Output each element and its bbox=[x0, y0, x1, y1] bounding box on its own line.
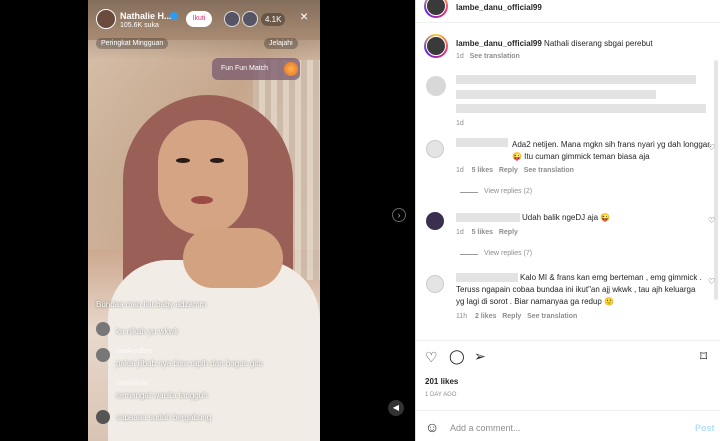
chat-message: ka nikah yu wkwk bbox=[96, 322, 306, 338]
viewer-avatar-icon[interactable] bbox=[224, 11, 240, 27]
comment-avatar[interactable] bbox=[426, 76, 446, 96]
view-replies-line bbox=[460, 192, 478, 193]
comments-panel: lambe_danu_official99 lambe_danu_officia… bbox=[415, 0, 720, 441]
caption-username[interactable]: lambe_danu_official99 bbox=[456, 39, 542, 48]
bookmark-icon[interactable]: ⌑ bbox=[700, 348, 707, 365]
person-hands bbox=[183, 228, 283, 288]
media-area: Nathalie H... 105.6K suka Ikuti 4.1K × P… bbox=[0, 0, 415, 441]
post-date: 1 DAY AGO bbox=[425, 392, 457, 398]
blurred-comment-text bbox=[456, 90, 656, 99]
likes-count[interactable]: 201 likes bbox=[425, 377, 458, 386]
caption-time: 1d bbox=[456, 53, 464, 60]
verified-badge-icon bbox=[170, 12, 178, 20]
comment-time: 11h bbox=[456, 313, 468, 320]
header-divider bbox=[416, 22, 720, 23]
input-divider bbox=[416, 410, 720, 411]
blurred-username bbox=[456, 138, 508, 147]
see-translation-link[interactable]: See translation bbox=[470, 53, 520, 60]
explore-label: Jelajahi bbox=[269, 40, 293, 47]
audio-icon[interactable]: ◀ bbox=[388, 400, 404, 416]
chat-avatar bbox=[96, 348, 110, 362]
explore-pill[interactable]: Jelajahi bbox=[264, 38, 298, 49]
comment-text: Kalo MI & frans kan emg berteman , emg g… bbox=[456, 273, 702, 306]
chat-message: imaArmEno pakai jilbab nya bisa rapih da… bbox=[96, 348, 306, 370]
comment-text: Ada2 netijen. Mana mgkn sih frans nyari … bbox=[512, 140, 712, 161]
chat-text: pakai jilbab nya bisa rapih dan bagus gi… bbox=[116, 359, 263, 368]
scrollbar[interactable] bbox=[714, 60, 718, 300]
chat-message: sapaaaa sudah bergabung bbox=[96, 410, 306, 426]
comment-bubble-icon[interactable]: ◯ bbox=[449, 348, 465, 365]
view-replies-link[interactable]: View replies (2) bbox=[484, 188, 532, 195]
comment-avatar[interactable] bbox=[426, 212, 444, 230]
caption-text: Nathali diserang sbgai perebut bbox=[544, 39, 653, 48]
share-send-icon[interactable]: ➢ bbox=[474, 348, 486, 365]
comment-time: 1d bbox=[456, 167, 464, 174]
view-replies-line bbox=[460, 254, 478, 255]
comment-time: 1d bbox=[456, 120, 464, 127]
caption-meta: 1d See translation bbox=[456, 53, 520, 60]
host-likes: 105.6K suka bbox=[120, 22, 159, 29]
host-avatar[interactable] bbox=[96, 9, 116, 29]
see-translation-link[interactable]: See translation bbox=[527, 313, 577, 320]
chat-user: listianllaila bbox=[116, 380, 148, 387]
chat-avatar bbox=[96, 322, 110, 336]
comment-avatar[interactable] bbox=[426, 275, 444, 293]
chat-text: Bundaa mau liat baby adzamm bbox=[96, 300, 207, 309]
chat-avatar bbox=[96, 410, 110, 424]
chat-text: sapaaaa sudah bergabung bbox=[116, 413, 212, 422]
emoji-icon[interactable]: ☺ bbox=[425, 419, 439, 435]
chat-text: semangat wanita tangguh bbox=[116, 391, 208, 400]
author-avatar[interactable] bbox=[424, 0, 448, 18]
comment-likes[interactable]: 2 likes bbox=[475, 313, 496, 320]
view-replies-link[interactable]: View replies (7) bbox=[484, 250, 532, 257]
weekly-rank-pill[interactable]: Peringkat Mingguan bbox=[96, 38, 169, 49]
post-comment-button[interactable]: Post bbox=[695, 423, 715, 433]
host-name[interactable]: Nathalie H... bbox=[120, 11, 172, 21]
planet-icon bbox=[284, 62, 298, 76]
chat-message: listianllaila semangat wanita tangguh bbox=[96, 380, 306, 402]
reply-link[interactable]: Reply bbox=[499, 167, 518, 174]
comment-meta: 11h 2 likes Reply See translation bbox=[456, 313, 577, 320]
live-video-frame: Nathalie H... 105.6K suka Ikuti 4.1K × P… bbox=[88, 0, 320, 441]
follow-button[interactable]: Ikuti bbox=[186, 11, 212, 27]
chat-user: imaArmEno bbox=[116, 348, 153, 355]
comment-text: Udah balik ngeDJ aja 😜 bbox=[522, 213, 611, 222]
comment-time: 1d bbox=[456, 229, 464, 236]
chat-message: Bundaa mau liat baby adzamm bbox=[96, 298, 306, 312]
author-username[interactable]: lambe_danu_official99 bbox=[456, 3, 542, 12]
blurred-comment-text bbox=[456, 104, 706, 113]
person-eye-right bbox=[210, 158, 224, 163]
like-heart-icon[interactable]: ♡ bbox=[425, 349, 438, 366]
person-face bbox=[158, 120, 248, 235]
comment-avatar[interactable] bbox=[426, 140, 444, 158]
person-lips bbox=[191, 196, 213, 204]
viewer-count: 4.1K bbox=[261, 13, 286, 26]
comment-meta: 1d 5 likes Reply bbox=[456, 229, 518, 236]
chat-text: ka nikah yu wkwk bbox=[116, 327, 179, 336]
caption-author-avatar[interactable] bbox=[424, 34, 448, 58]
person-eye-left bbox=[176, 158, 190, 163]
reply-link[interactable]: Reply bbox=[502, 313, 521, 320]
comment-meta: 1d 5 likes Reply See translation bbox=[456, 167, 574, 174]
blurred-comment-text bbox=[456, 75, 696, 84]
actions-divider bbox=[416, 340, 720, 341]
blurred-username bbox=[456, 213, 520, 222]
caption: lambe_danu_official99 Nathali diserang s… bbox=[456, 39, 653, 48]
see-translation-link[interactable]: See translation bbox=[524, 167, 574, 174]
add-comment-input[interactable]: Add a comment... bbox=[450, 423, 521, 433]
instagram-post-modal: Nathalie H... 105.6K suka Ikuti 4.1K × P… bbox=[0, 0, 720, 441]
live-top-overlay bbox=[88, 0, 320, 60]
next-slide-arrow-icon[interactable]: › bbox=[392, 208, 406, 222]
like-heart-icon[interactable]: ♡ bbox=[708, 216, 715, 225]
like-heart-icon[interactable]: ♡ bbox=[708, 277, 715, 286]
viewer-avatar-icon[interactable] bbox=[242, 11, 258, 27]
comment-likes[interactable]: 5 likes bbox=[472, 229, 493, 236]
comment-likes[interactable]: 5 likes bbox=[472, 167, 493, 174]
rank-label: Peringkat Mingguan bbox=[101, 40, 164, 47]
reply-link[interactable]: Reply bbox=[499, 229, 518, 236]
like-heart-icon[interactable]: ♡ bbox=[708, 143, 715, 152]
close-icon[interactable]: × bbox=[300, 8, 308, 24]
post-header: lambe_danu_official99 bbox=[416, 0, 720, 22]
